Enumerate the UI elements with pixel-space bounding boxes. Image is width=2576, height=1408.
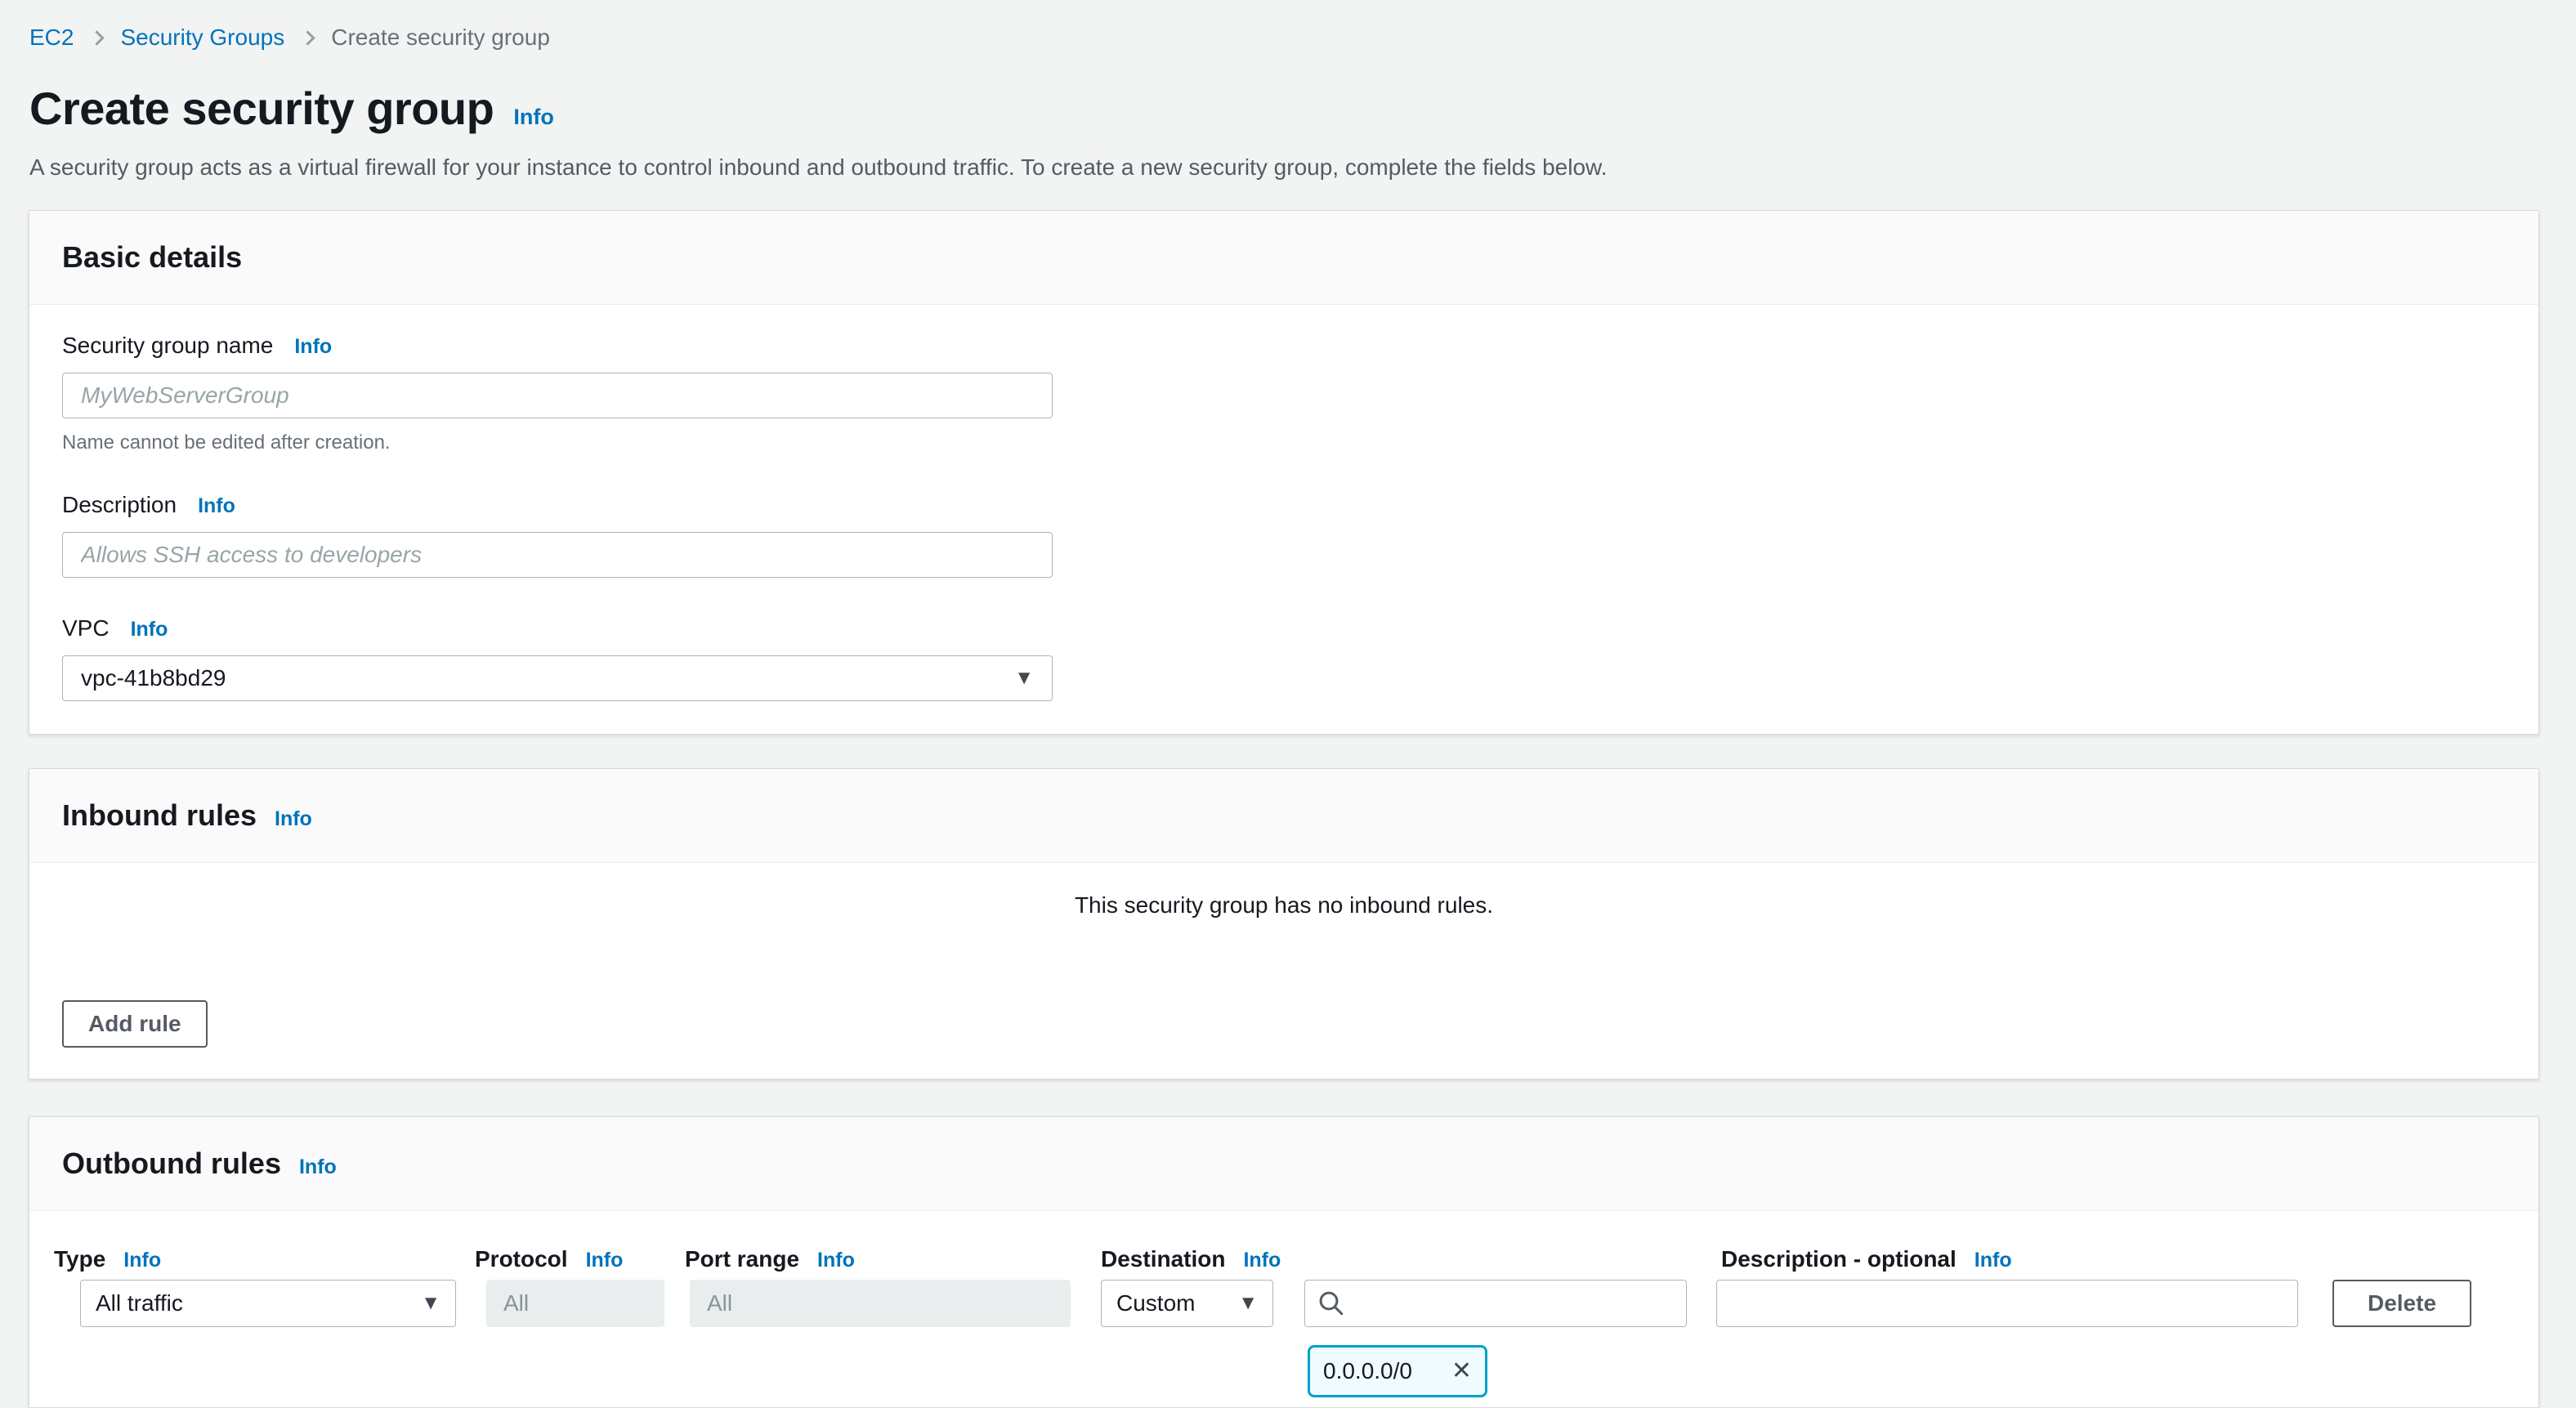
basic-details-card: Basic details Security group name Info N… — [29, 210, 2539, 735]
chevron-right-icon — [90, 30, 105, 45]
inbound-rules-card-header: Inbound rules Info — [29, 769, 2538, 863]
outbound-rules-body: Type Info Protocol Info Port range Info … — [29, 1211, 2538, 1407]
basic-details-body: Security group name Info Name cannot be … — [29, 305, 2538, 734]
inbound-rules-card: Inbound rules Info This security group h… — [29, 768, 2539, 1079]
page-subtitle: A security group acts as a virtual firew… — [29, 154, 2576, 181]
outbound-rules-title: Outbound rules — [62, 1147, 281, 1181]
breadcrumb-current: Create security group — [331, 25, 550, 51]
rule-description-column-label: Description - optional Info — [1721, 1246, 2012, 1272]
breadcrumb-link-ec2[interactable]: EC2 — [29, 25, 74, 51]
delete-rule-button[interactable]: Delete — [2332, 1280, 2471, 1327]
rule-description-input[interactable] — [1716, 1280, 2298, 1327]
close-icon[interactable]: ✕ — [1451, 1359, 1472, 1383]
security-group-name-label-row: Security group name Info — [62, 331, 2506, 361]
destination-mode-value: Custom — [1116, 1290, 1195, 1316]
type-select[interactable]: All traffic ▼ — [80, 1280, 456, 1327]
inbound-rules-title: Inbound rules — [62, 798, 257, 833]
breadcrumb: EC2 Security Groups Create security grou… — [29, 25, 2576, 51]
add-rule-button[interactable]: Add rule — [62, 1000, 208, 1048]
caret-down-icon: ▼ — [421, 1292, 441, 1315]
destination-mode-select[interactable]: Custom ▼ — [1101, 1280, 1273, 1327]
page-title: Create security group — [29, 82, 494, 135]
rule-description-label-text: Description - optional — [1721, 1246, 1957, 1272]
destination-info-link[interactable]: Info — [1243, 1249, 1281, 1272]
destination-chip[interactable]: 0.0.0.0/0 ✕ — [1308, 1345, 1487, 1397]
caret-down-icon: ▼ — [1238, 1292, 1258, 1315]
rule-description-info-link[interactable]: Info — [1974, 1249, 2012, 1272]
port-range-column-label: Port range Info — [685, 1246, 855, 1272]
vpc-label: VPC — [62, 614, 110, 643]
type-select-value: All traffic — [96, 1290, 183, 1316]
protocol-value: All — [503, 1290, 529, 1316]
description-label: Description — [62, 490, 177, 520]
vpc-select[interactable]: vpc-41b8bd29 ▼ — [62, 655, 1053, 701]
inbound-rules-info-link[interactable]: Info — [275, 807, 312, 831]
type-info-link[interactable]: Info — [123, 1249, 161, 1272]
protocol-info-link[interactable]: Info — [586, 1249, 624, 1272]
vpc-info-link[interactable]: Info — [131, 615, 168, 644]
destination-label-text: Destination — [1101, 1246, 1225, 1272]
outbound-rules-card-header: Outbound rules Info — [29, 1117, 2538, 1211]
description-input[interactable] — [62, 532, 1053, 578]
type-column-label: Type Info — [54, 1246, 161, 1272]
search-icon — [1317, 1289, 1346, 1318]
vpc-select-value: vpc-41b8bd29 — [81, 665, 226, 691]
security-group-name-label: Security group name — [62, 331, 273, 360]
outbound-rules-info-link[interactable]: Info — [299, 1155, 337, 1179]
inbound-rules-body: This security group has no inbound rules… — [29, 863, 2538, 1079]
destination-search-box — [1304, 1280, 1687, 1327]
caret-down-icon: ▼ — [1014, 667, 1034, 690]
description-label-row: Description Info — [62, 490, 2506, 521]
destination-chip-value: 0.0.0.0/0 — [1323, 1358, 1412, 1384]
destination-column-label: Destination Info — [1101, 1246, 1281, 1272]
inbound-empty-message: This security group has no inbound rules… — [62, 892, 2506, 919]
port-range-label-text: Port range — [685, 1246, 799, 1272]
port-range-input: All — [690, 1280, 1071, 1327]
outbound-rules-card: Outbound rules Info Type Info Protocol I… — [29, 1116, 2539, 1408]
security-group-name-info-link[interactable]: Info — [294, 332, 332, 361]
name-helper-text: Name cannot be edited after creation. — [62, 431, 2506, 454]
protocol-label-text: Protocol — [475, 1246, 568, 1272]
port-range-info-link[interactable]: Info — [817, 1249, 855, 1272]
vpc-label-row: VPC Info — [62, 614, 2506, 644]
protocol-input: All — [486, 1280, 664, 1327]
breadcrumb-link-security-groups[interactable]: Security Groups — [120, 25, 284, 51]
page-header: Create security group Info — [29, 82, 2576, 135]
destination-search-input[interactable] — [1354, 1281, 1675, 1326]
port-range-value: All — [707, 1290, 732, 1316]
description-info-link[interactable]: Info — [198, 491, 235, 521]
basic-details-title: Basic details — [62, 240, 242, 275]
chevron-right-icon — [301, 30, 315, 45]
type-label-text: Type — [54, 1246, 105, 1272]
page-title-info-link[interactable]: Info — [513, 105, 553, 130]
protocol-column-label: Protocol Info — [475, 1246, 623, 1272]
security-group-name-input[interactable] — [62, 373, 1053, 418]
basic-details-card-header: Basic details — [29, 211, 2538, 305]
